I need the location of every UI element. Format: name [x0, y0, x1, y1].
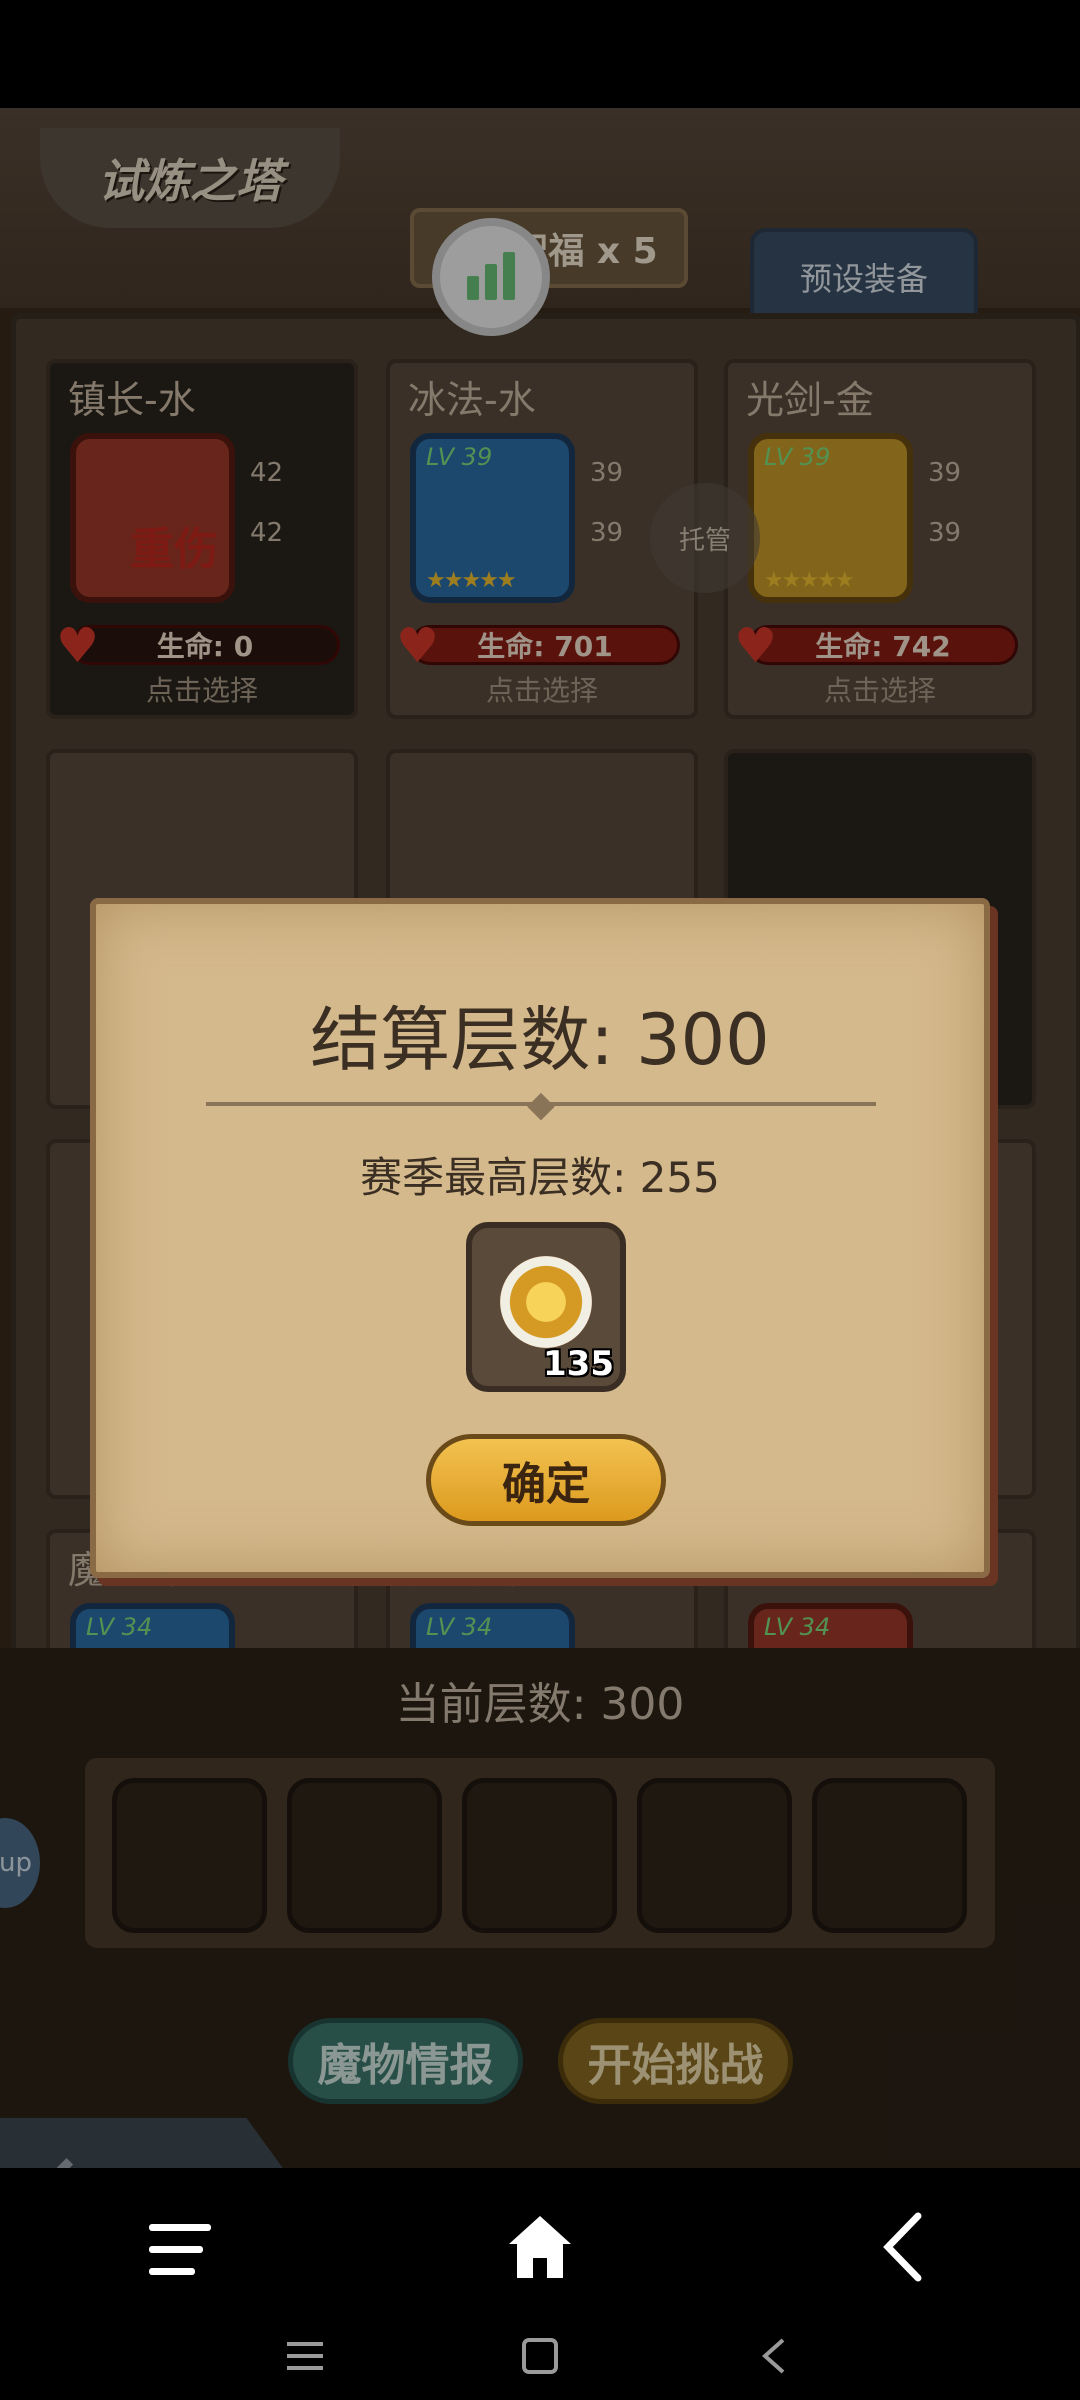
game-screen: 试炼之塔 小镇祝福 x 5 预设装备 镇长-水 重伤 42 42 生命: 0 ♥…: [0, 108, 1080, 2168]
settlement-floor-title: 结算层数: 300: [310, 999, 770, 1081]
confirm-button[interactable]: 确定: [426, 1434, 666, 1526]
season-best-floor: 赛季最高层数: 255: [360, 1153, 720, 1202]
system-nav-bar: [0, 2168, 1080, 2400]
home-icon[interactable]: [505, 2212, 575, 2282]
laurel-medal-icon: [500, 1256, 592, 1348]
ornament-icon: ◆: [527, 1084, 555, 1125]
menu-icon[interactable]: [285, 2336, 325, 2376]
square-icon[interactable]: [520, 2336, 560, 2376]
menu-icon[interactable]: [145, 2220, 215, 2280]
chevron-left-icon[interactable]: [755, 2336, 795, 2376]
settlement-dialog: 结算层数: 300 ◆ 赛季最高层数: 255 135 确定: [90, 898, 990, 1578]
chevron-left-icon[interactable]: [878, 2212, 928, 2282]
reward-item[interactable]: 135: [466, 1222, 626, 1392]
reward-count: 135: [543, 1344, 614, 1384]
